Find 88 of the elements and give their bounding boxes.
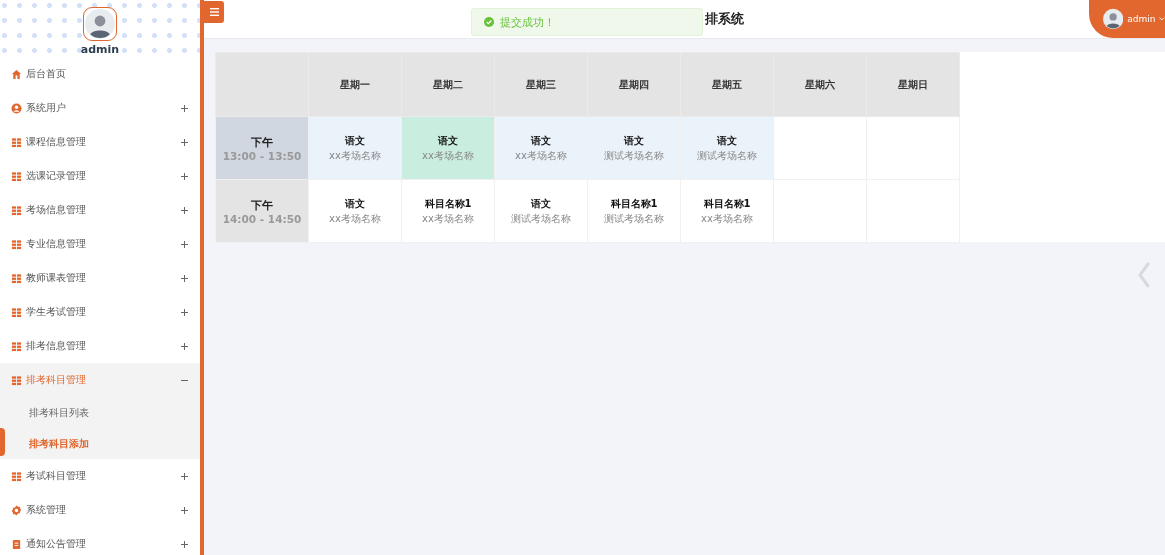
day-header: 星期一: [308, 52, 402, 117]
caret-icon: [1159, 17, 1165, 21]
expand-icon: [181, 274, 188, 282]
menu-item[interactable]: 系统用户: [0, 91, 200, 125]
room-name: 测试考场名称: [510, 211, 572, 226]
subject-name: 语文: [344, 133, 366, 148]
page-title: 排系统: [705, 10, 744, 28]
room-name: xx考场名称: [328, 148, 382, 163]
schedule-cell[interactable]: 语文 xx考场名称: [308, 179, 402, 243]
grid-icon: [11, 238, 22, 250]
menu-button[interactable]: [204, 1, 224, 23]
expand-icon: [181, 172, 188, 180]
schedule-cell[interactable]: 语文 测试考场名称: [587, 116, 681, 180]
time-range: 13:00 - 13:50: [221, 149, 303, 162]
menu-icon: [209, 8, 219, 16]
schedule-cell[interactable]: 语文 测试考场名称: [494, 179, 588, 243]
grid-icon: [11, 136, 22, 148]
menu-item[interactable]: 学生考试管理: [0, 295, 200, 329]
day-header: 星期四: [587, 52, 681, 117]
expand-icon: [181, 506, 188, 514]
room-name: 测试考场名称: [603, 148, 665, 163]
day-header: 星期二: [401, 52, 495, 117]
schedule-cell[interactable]: 语文 xx考场名称: [401, 116, 495, 180]
period-label: 下午: [250, 197, 274, 213]
settings-icon: [11, 504, 22, 516]
room-name: xx考场名称: [700, 211, 754, 226]
expand-icon: [181, 138, 188, 146]
subject-name: 语文: [530, 133, 552, 148]
day-header: 星期六: [773, 52, 867, 117]
grid-icon: [11, 340, 22, 352]
day-header: 星期三: [494, 52, 588, 117]
time-range: 14:00 - 14:50: [221, 212, 303, 225]
grid-icon: [11, 374, 22, 386]
menu-item[interactable]: 后台首页: [0, 57, 200, 91]
subject-name: 语文: [436, 133, 459, 148]
grid-icon: [11, 170, 22, 182]
subject-name: 语文: [623, 133, 645, 148]
user-icon: [11, 102, 22, 114]
expand-icon: [181, 540, 188, 548]
schedule-cell[interactable]: 语文 测试考场名称: [680, 116, 774, 180]
document-icon: [11, 538, 22, 550]
schedule-cell[interactable]: 科目名称1 xx考场名称: [680, 179, 774, 243]
grid-icon: [11, 306, 22, 318]
day-header: 星期日: [866, 52, 960, 117]
subject-name: 科目名称1: [423, 196, 473, 211]
subject-name: 语文: [530, 196, 552, 211]
schedule-cell[interactable]: 语文 xx考场名称: [308, 116, 402, 180]
menu-item[interactable]: 专业信息管理: [0, 227, 200, 261]
schedule-cell[interactable]: 科目名称1 xx考场名称: [401, 179, 495, 243]
subject-name: 语文: [344, 196, 366, 211]
schedule-cell[interactable]: 科目名称1 测试考场名称: [587, 179, 681, 243]
user-name: admin: [80, 43, 120, 56]
expand-icon: [181, 342, 188, 350]
menu-item[interactable]: 考场信息管理: [0, 193, 200, 227]
subject-name: 语文: [716, 133, 738, 148]
expand-icon: [181, 472, 188, 480]
room-name: xx考场名称: [421, 148, 475, 163]
expand-icon: [181, 240, 188, 248]
room-name: xx考场名称: [328, 211, 382, 226]
menu-item[interactable]: 选课记录管理: [0, 159, 200, 193]
avatar: [1103, 8, 1124, 30]
room-name: xx考场名称: [421, 211, 475, 226]
expand-icon: [181, 206, 188, 214]
room-name: 测试考场名称: [696, 148, 758, 163]
expand-icon: [181, 308, 188, 316]
room-name: 测试考场名称: [603, 211, 665, 226]
schedule-cell[interactable]: 语文 xx考场名称: [494, 116, 588, 180]
chevron-left-icon: [1138, 262, 1150, 288]
menu-item[interactable]: 教师课表管理: [0, 261, 200, 295]
expand-icon: [181, 104, 188, 112]
check-icon: [484, 17, 494, 27]
toast-message: 提交成功！: [500, 14, 555, 30]
menu-item[interactable]: 课程信息管理: [0, 125, 200, 159]
menu-item[interactable]: 通知公告管理: [0, 527, 200, 555]
subject-name: 科目名称1: [609, 196, 659, 211]
grid-icon: [11, 204, 22, 216]
grid-icon: [11, 272, 22, 284]
subject-name: 科目名称1: [702, 196, 752, 211]
menu-item[interactable]: 排考信息管理: [0, 329, 200, 363]
period-label: 下午: [250, 134, 274, 150]
home-icon: [11, 68, 22, 80]
avatar: [85, 9, 115, 39]
menu-item[interactable]: 考试科目管理: [0, 459, 200, 493]
menu-item[interactable]: 系统管理: [0, 493, 200, 527]
submenu-item[interactable]: 排考科目列表: [0, 397, 200, 428]
day-header: 星期五: [680, 52, 774, 117]
room-name: xx考场名称: [514, 148, 568, 163]
grid-icon: [11, 470, 22, 482]
